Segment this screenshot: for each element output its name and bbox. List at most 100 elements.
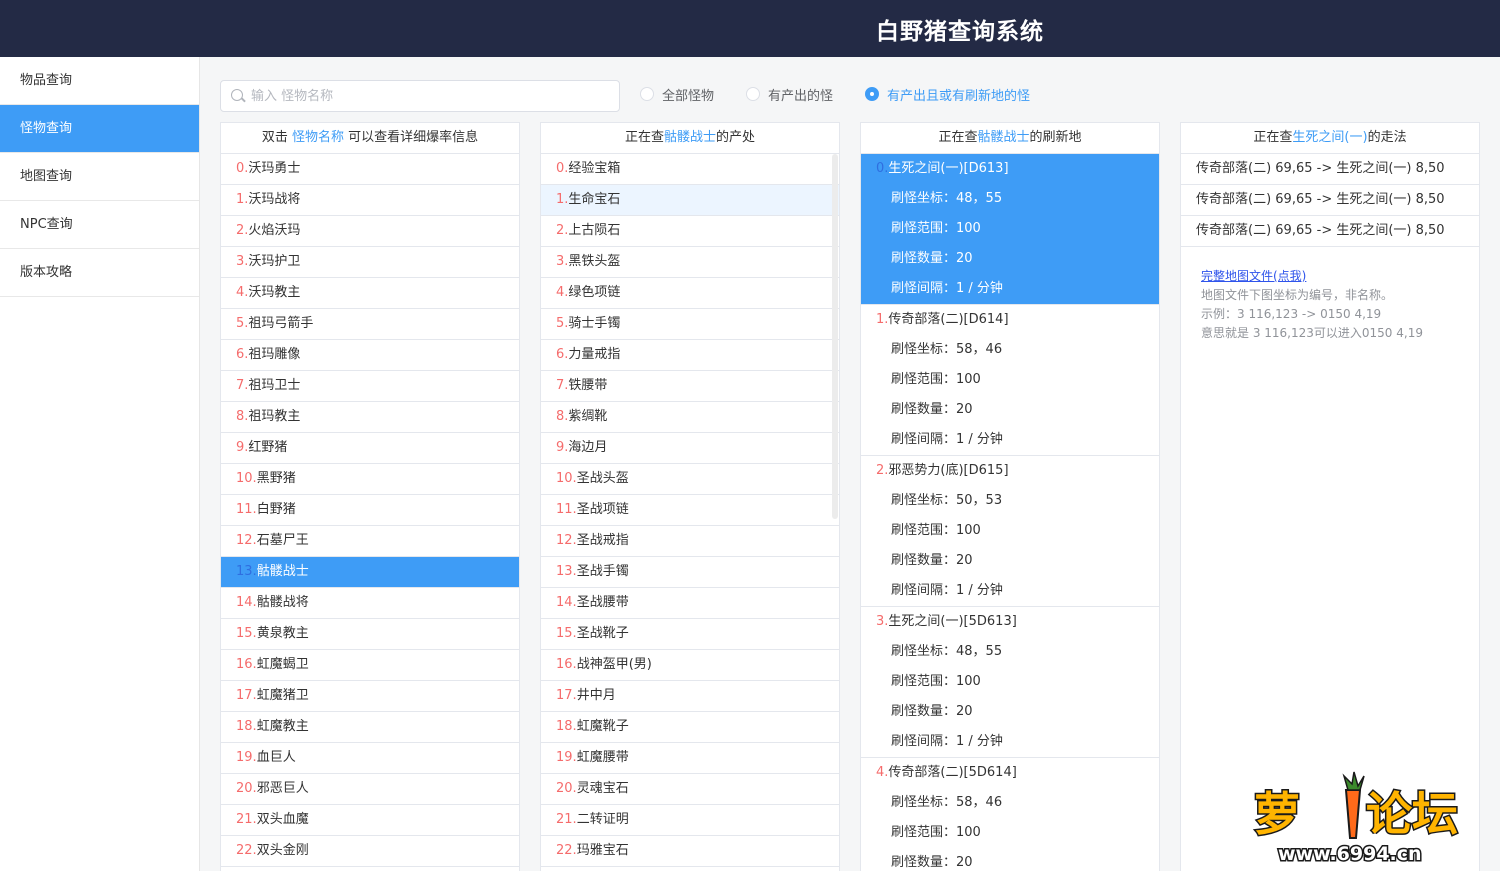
spawn-detail-interval: 刷怪间隔：1 / 分钟 <box>861 274 1159 304</box>
route-row[interactable]: 传奇部落(二) 69,65 -> 生死之间(一) 8,50 <box>1181 216 1479 247</box>
drop-row[interactable]: 11.圣战项链 <box>541 495 839 526</box>
item-index: 0. <box>556 161 569 176</box>
drop-row[interactable]: 1.生命宝石 <box>541 185 839 216</box>
route-row[interactable]: 传奇部落(二) 69,65 -> 生死之间(一) 8,50 <box>1181 185 1479 216</box>
monster-list-header: 双击 怪物名称 可以查看详细爆率信息 <box>221 123 519 154</box>
item-index: 17. <box>556 688 577 703</box>
radio-circle[interactable] <box>640 87 654 101</box>
drop-row[interactable]: 19.虹魔腰带 <box>541 743 839 774</box>
spawn-block[interactable]: 4.传奇部落(二)[5D614] 刷怪坐标：58，46 刷怪范围：100 刷怪数量：2… <box>861 758 1159 871</box>
drop-row[interactable]: 17.井中月 <box>541 681 839 712</box>
item-index: 11. <box>556 502 577 517</box>
drop-row[interactable]: 4.绿色项链 <box>541 278 839 309</box>
drop-row[interactable]: 10.圣战头盔 <box>541 464 839 495</box>
drop-row[interactable]: 9.海边月 <box>541 433 839 464</box>
filter-radio[interactable]: 有产出且或有刷新地的怪 <box>865 85 1030 104</box>
item-index: 19. <box>556 750 577 765</box>
drop-row[interactable]: 18.虹魔靴子 <box>541 712 839 743</box>
item-index: 14. <box>556 595 577 610</box>
monster-row[interactable]: 4.沃玛教主 <box>221 278 519 309</box>
spawn-detail-range: 刷怪范围：100 <box>861 214 1159 244</box>
spawn-detail-value: 100 <box>956 523 981 538</box>
drop-row[interactable]: 15.圣战靴子 <box>541 619 839 650</box>
item-name: 沃玛护卫 <box>248 254 301 269</box>
spawn-detail-label: 刷怪数量： <box>891 704 957 719</box>
drop-row[interactable]: 13.圣战手镯 <box>541 557 839 588</box>
drop-row[interactable]: 6.力量戒指 <box>541 340 839 371</box>
monster-row[interactable]: 17.虹魔猪卫 <box>221 681 519 712</box>
monster-row[interactable]: 19.血巨人 <box>221 743 519 774</box>
drop-row[interactable]: 0.经验宝箱 <box>541 154 839 185</box>
monster-row[interactable]: 3.沃玛护卫 <box>221 247 519 278</box>
item-name: 灵魂宝石 <box>576 781 629 796</box>
spawn-map-name: 邪恶势力(底)[D615] <box>888 463 1009 478</box>
spawn-block[interactable]: 1.传奇部落(二)[D614] 刷怪坐标：58，46 刷怪范围：100 刷怪数量：20… <box>861 305 1159 456</box>
search-box[interactable] <box>220 80 620 112</box>
monster-row[interactable]: 18.虹魔教主 <box>221 712 519 743</box>
item-name: 绿色项链 <box>568 285 621 300</box>
monster-row[interactable]: 12.石墓尸王 <box>221 526 519 557</box>
item-index: 9. <box>236 440 249 455</box>
monster-search-input[interactable] <box>251 81 611 111</box>
monster-row[interactable]: 15.黄泉教主 <box>221 619 519 650</box>
search-icon <box>231 89 243 101</box>
monster-row[interactable]: 21.双头血魔 <box>221 805 519 836</box>
sidebar: 物品查询怪物查询 地图查询 NPC查询 版本攻略 <box>0 57 200 871</box>
monster-row[interactable]: 16.虹魔蝎卫 <box>221 650 519 681</box>
monster-row[interactable]: 0.沃玛勇士 <box>221 154 519 185</box>
monster-row[interactable]: 20.邪恶巨人 <box>221 774 519 805</box>
monster-row[interactable]: 14.骷髅战将 <box>221 588 519 619</box>
drop-list-scrollbar[interactable] <box>832 154 838 519</box>
spawn-detail-value: 100 <box>956 221 981 236</box>
sidebar-item[interactable]: 版本攻略 <box>0 249 199 297</box>
drop-row[interactable]: 12.圣战戒指 <box>541 526 839 557</box>
monster-row[interactable]: 7.祖玛卫士 <box>221 371 519 402</box>
filter-radio[interactable]: 有产出的怪 <box>746 85 833 104</box>
drop-row[interactable]: 16.战神盔甲(男) <box>541 650 839 681</box>
drop-row[interactable]: 14.圣战腰带 <box>541 588 839 619</box>
radio-circle[interactable] <box>746 87 761 101</box>
spawn-block[interactable]: 2.邪恶势力(底)[D615] 刷怪坐标：50，53 刷怪范围：100 刷怪数量：20… <box>861 456 1159 607</box>
monster-row[interactable]: 5.祖玛弓箭手 <box>221 309 519 340</box>
item-index: 2. <box>876 463 889 478</box>
sidebar-item[interactable]: NPC查询 <box>0 201 199 249</box>
spawn-detail-range: 刷怪范围：100 <box>861 516 1159 546</box>
drop-row[interactable]: 3.黑铁头盔 <box>541 247 839 278</box>
drop-row[interactable]: 7.铁腰带 <box>541 371 839 402</box>
item-index: 16. <box>236 657 257 672</box>
drop-row[interactable]: 21.二转证明 <box>541 805 839 836</box>
sidebar-item[interactable]: 怪物查询 <box>0 105 199 153</box>
drop-row[interactable]: 5.骑士手镯 <box>541 309 839 340</box>
monster-row[interactable]: 11.白野猪 <box>221 495 519 526</box>
monster-row[interactable]: 22.双头金刚 <box>221 836 519 867</box>
drop-row[interactable]: 2.上古陨石 <box>541 216 839 247</box>
spawn-detail-coord: 刷怪坐标：58，46 <box>861 788 1159 818</box>
item-name: 井中月 <box>576 688 616 703</box>
spawn-map-title: 1.传奇部落(二)[D614] <box>861 305 1159 335</box>
item-index: 4. <box>556 285 569 300</box>
monster-row[interactable]: 2.火焰沃玛 <box>221 216 519 247</box>
drop-row[interactable]: 20.灵魂宝石 <box>541 774 839 805</box>
full-map-link[interactable]: 完整地图文件(点我) <box>1201 269 1306 283</box>
sidebar-item[interactable]: 地图查询 <box>0 153 199 201</box>
monster-row[interactable]: 13.骷髅战士 <box>221 557 519 588</box>
item-name: 虹魔蝎卫 <box>256 657 309 672</box>
monster-row[interactable]: 6.祖玛雕像 <box>221 340 519 371</box>
route-row[interactable]: 传奇部落(二) 69,65 -> 生死之间(一) 8,50 <box>1181 154 1479 185</box>
sidebar-item[interactable]: 物品查询 <box>0 57 199 105</box>
main-content: 全部怪物有产出的怪有产出且或有刷新地的怪 双击 怪物名称 可以查看详细爆率信息 … <box>200 57 1500 871</box>
filter-radio[interactable]: 全部怪物 <box>640 85 714 104</box>
item-index: 4. <box>876 765 889 780</box>
sidebar-item-label: 物品查询 <box>20 73 73 88</box>
radio-circle[interactable] <box>865 87 880 101</box>
drop-row[interactable]: 22.玛雅宝石 <box>541 836 839 867</box>
monster-row[interactable]: 10.黑野猪 <box>221 464 519 495</box>
spawn-block[interactable]: 3.生死之间(一)[5D613] 刷怪坐标：48，55 刷怪范围：100 刷怪数量：2… <box>861 607 1159 758</box>
spawn-block[interactable]: 0.生死之间(一)[D613] 刷怪坐标：48，55 刷怪范围：100 刷怪数量：20… <box>861 154 1159 305</box>
monster-row[interactable]: 1.沃玛战将 <box>221 185 519 216</box>
item-name: 白野猪 <box>256 502 296 517</box>
map-note-line: 示例：3 116,123 -> 0150 4,19 <box>1201 307 1382 321</box>
drop-row[interactable]: 8.紫绸靴 <box>541 402 839 433</box>
monster-row[interactable]: 9.红野猪 <box>221 433 519 464</box>
monster-row[interactable]: 8.祖玛教主 <box>221 402 519 433</box>
